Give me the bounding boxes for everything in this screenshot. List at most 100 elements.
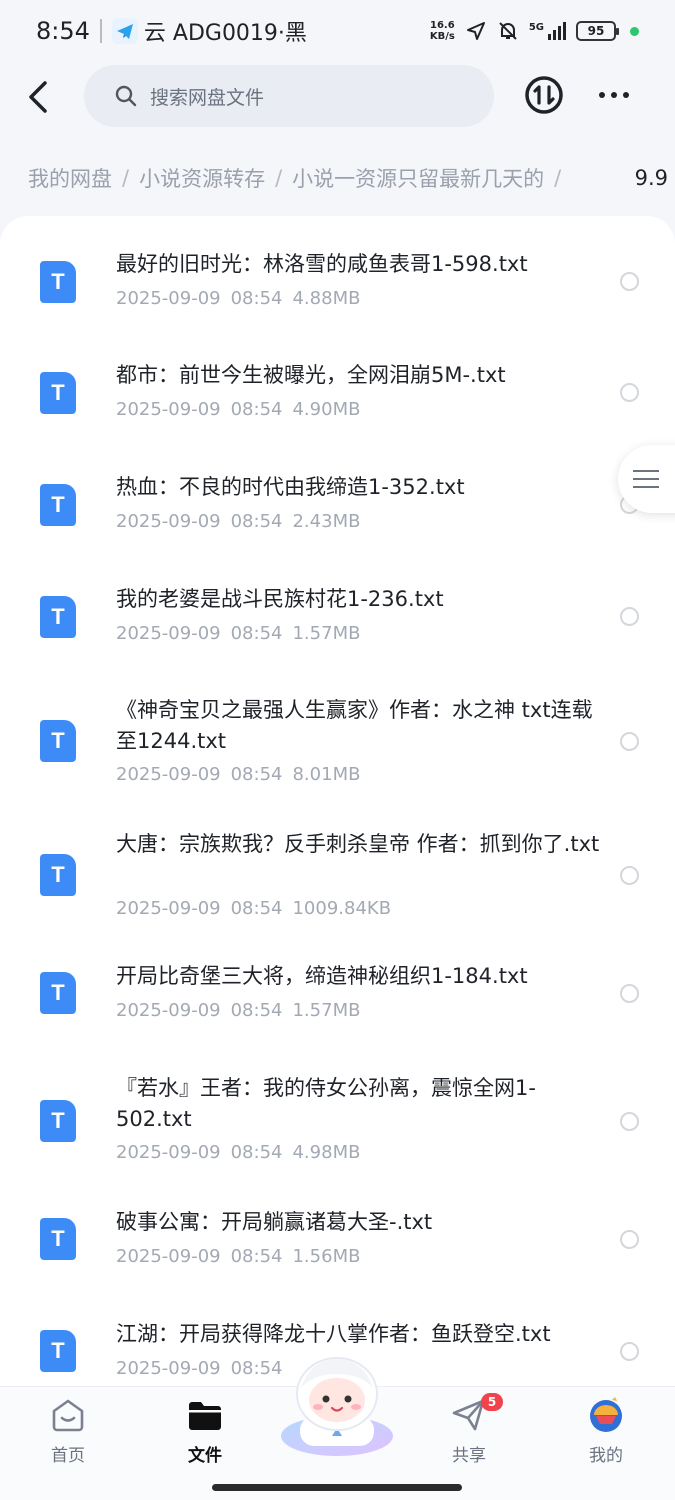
file-name: 大唐：宗族欺我？反手刺杀皇帝 作者：抓到你了.txt (116, 832, 600, 856)
file-time: 08:54 (230, 764, 283, 785)
file-meta: 2025-09-09 08:54 4.90MB (116, 399, 370, 420)
nav-label: 文件 (188, 1446, 222, 1466)
breadcrumb-item-root[interactable]: 我的网盘 (28, 163, 112, 193)
folder-icon (189, 1402, 221, 1430)
home-face-icon (52, 1399, 84, 1432)
breadcrumb-item-folder[interactable]: 小说资源转存 (139, 163, 265, 193)
file-row[interactable]: T 都市：前世今生被曝光，全网泪崩5M-.txt 2025-09-09 08:54… (0, 351, 675, 461)
file-row[interactable]: T 《神奇宝贝之最强人生赢家》作者：水之神 txt连载至1244.txt 202… (0, 688, 675, 818)
file-date: 2025-09-09 (116, 898, 221, 919)
file-row[interactable]: T 我的老婆是战斗民族村花1-236.txt 2025-09-09 08:54 1.… (0, 575, 675, 685)
select-checkbox[interactable] (620, 732, 639, 751)
file-size: 4.90MB (292, 399, 361, 420)
nav-item-share[interactable]: 5 共享 (419, 1393, 519, 1466)
txt-file-icon: T (40, 1218, 76, 1260)
breadcrumb-item-subfolder[interactable]: 小说一资源只留最新几天的 (292, 163, 544, 193)
file-meta: 2025-09-09 08:54 1.56MB (116, 1246, 370, 1267)
file-size: 4.98MB (292, 1142, 361, 1163)
signal-type: 5G (528, 22, 544, 33)
file-name: 『若水』王者：我的侍女公孙离，震惊全网1-502.txt (116, 1076, 536, 1131)
status-divider (99, 19, 102, 43)
file-meta: 2025-09-09 08:54 (116, 1358, 302, 1379)
dot-icon (623, 92, 629, 98)
chevron-left-icon (29, 81, 47, 113)
status-time: 8:54 (36, 17, 90, 45)
breadcrumb-separator: / (275, 166, 283, 190)
telegram-app-icon (111, 18, 138, 44)
file-row[interactable]: T 热血：不良的时代由我缔造1-352.txt 2025-09-09 08:54 2… (0, 463, 675, 573)
file-time: 08:54 (230, 898, 283, 919)
search-input[interactable]: 搜索网盘文件 (84, 65, 494, 127)
file-meta: 2025-09-09 08:54 4.88MB (116, 288, 370, 309)
nav-item-home[interactable]: 首页 (18, 1395, 118, 1466)
battery-icon: 95 (576, 21, 619, 41)
location-arrow-icon (466, 22, 485, 40)
file-name: 最好的旧时光：林洛雪的咸鱼表哥1-598.txt (116, 252, 528, 276)
file-meta: 2025-09-09 08:54 8.01MB (116, 764, 370, 785)
nav-label: 首页 (51, 1446, 85, 1466)
network-speed-unit: KB/s (429, 31, 455, 42)
txt-file-icon: T (40, 1100, 76, 1142)
file-date: 2025-09-09 (116, 511, 221, 532)
select-checkbox[interactable] (620, 866, 639, 885)
search-icon (115, 85, 137, 107)
file-meta: 2025-09-09 08:54 4.98MB (116, 1142, 370, 1163)
status-carrier: 云 ADG0019·黑 (143, 21, 307, 46)
nav-item-files[interactable]: 文件 (155, 1395, 255, 1466)
file-date: 2025-09-09 (116, 1358, 221, 1379)
nav-item-me[interactable]: 我的 (556, 1395, 656, 1466)
txt-file-icon: T (40, 484, 76, 526)
txt-file-icon: T (40, 1330, 76, 1372)
breadcrumb-separator: / (554, 166, 562, 190)
dot-icon (599, 92, 605, 98)
select-checkbox[interactable] (620, 1112, 639, 1131)
select-checkbox[interactable] (620, 1230, 639, 1249)
file-row[interactable]: T 最好的旧时光：林洛雪的咸鱼表哥1-598.txt 2025-09-09 08:… (0, 240, 675, 350)
file-row[interactable]: T 大唐：宗族欺我？反手刺杀皇帝 作者：抓到你了.txt 2025-09-09 0… (0, 822, 675, 952)
muted-bell-icon (499, 22, 517, 40)
txt-file-icon: T (40, 261, 76, 303)
file-size: 1.56MB (292, 1246, 361, 1267)
status-right: 16.6 KB/s 5G 95 (430, 20, 639, 42)
select-checkbox[interactable] (620, 607, 639, 626)
txt-file-icon: T (40, 972, 76, 1014)
select-checkbox[interactable] (620, 272, 639, 291)
file-row[interactable]: T 破事公寓：开局躺赢诸葛大圣-.txt 2025-09-09 08:54 1.56… (0, 1206, 675, 1316)
transfer-list-icon[interactable] (524, 75, 564, 115)
file-time: 08:54 (230, 1358, 283, 1379)
file-name: 破事公寓：开局躺赢诸葛大圣-.txt (116, 1210, 433, 1234)
signal-indicator: 5G (529, 22, 566, 40)
file-name: 热血：不良的时代由我缔造1-352.txt (116, 475, 465, 499)
breadcrumb-current: 9.9 (634, 166, 668, 190)
hamburger-menu-icon (633, 470, 659, 488)
file-time: 08:54 (230, 623, 283, 644)
top-bar: 搜索网盘文件 (0, 62, 675, 132)
select-checkbox[interactable] (620, 984, 639, 1003)
file-date: 2025-09-09 (116, 623, 221, 644)
txt-file-icon: T (40, 720, 76, 762)
assistant-mascot-icon[interactable] (276, 1350, 398, 1460)
file-size: 8.01MB (292, 764, 361, 785)
file-time: 08:54 (230, 288, 283, 309)
more-options-button[interactable] (594, 82, 634, 108)
file-name: 都市：前世今生被曝光，全网泪崩5M-.txt (116, 363, 506, 387)
file-row[interactable]: T 开局比奇堡三大将，缔造神秘组织1-184.txt 2025-09-09 08:… (0, 956, 675, 1066)
file-date: 2025-09-09 (116, 1142, 221, 1163)
home-indicator (212, 1484, 462, 1491)
file-name: 《神奇宝贝之最强人生赢家》作者：水之神 txt连载至1244.txt (116, 698, 593, 753)
battery-level: 95 (587, 24, 605, 38)
file-row[interactable]: T 『若水』王者：我的侍女公孙离，震惊全网1-502.txt 2025-09-0… (0, 1068, 675, 1198)
network-speed-value: 16.6 (429, 20, 455, 31)
select-checkbox[interactable] (620, 1342, 639, 1361)
file-date: 2025-09-09 (116, 1246, 221, 1267)
search-placeholder: 搜索网盘文件 (150, 86, 265, 109)
select-checkbox[interactable] (620, 383, 639, 402)
file-time: 08:54 (230, 1142, 283, 1163)
txt-file-icon: T (40, 854, 76, 896)
status-bar: 8:54 云 ADG0019·黑 16.6 KB/s 5G 95 (0, 0, 675, 62)
privacy-dot (630, 26, 639, 36)
dot-icon (611, 92, 617, 98)
back-button[interactable] (20, 77, 56, 117)
file-time: 08:54 (230, 399, 283, 420)
file-date: 2025-09-09 (116, 288, 221, 309)
